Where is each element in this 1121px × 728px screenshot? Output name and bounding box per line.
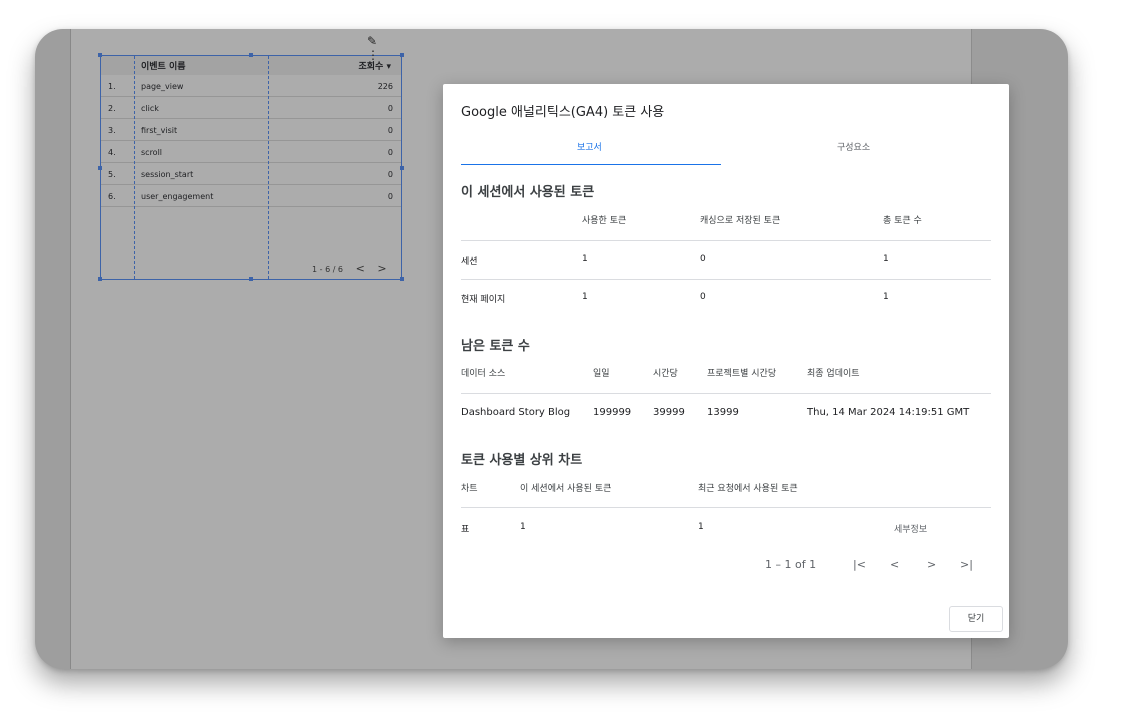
divider xyxy=(461,393,991,394)
total-value: 1 xyxy=(883,254,889,264)
column-guide xyxy=(134,56,135,279)
session-tokens-value: 1 xyxy=(520,522,526,532)
header-recent-tokens: 최근 요청에서 사용된 토큰 xyxy=(698,484,798,494)
header-total-tokens: 총 토큰 수 xyxy=(883,216,922,226)
header-cached-tokens: 캐싱으로 저장된 토큰 xyxy=(700,216,781,226)
edit-icon[interactable]: ✎ xyxy=(367,34,377,48)
pager-next-icon[interactable]: > xyxy=(377,262,386,275)
header-session-tokens: 이 세션에서 사용된 토큰 xyxy=(520,484,612,494)
table-row[interactable]: 5. session_start 0 xyxy=(101,163,401,185)
tab-components[interactable]: 구성요소 xyxy=(837,140,870,153)
widget-toolbar: ✎ ⋮ xyxy=(353,34,401,62)
event-name-cell: user_engagement xyxy=(141,192,214,201)
first-page-icon[interactable]: |< xyxy=(853,558,866,571)
data-source-value: Dashboard Story Blog xyxy=(461,407,571,418)
remaining-tokens-heading: 남은 토큰 수 xyxy=(461,339,530,354)
event-name-cell: first_visit xyxy=(141,126,178,135)
resize-handle[interactable] xyxy=(249,53,253,57)
next-page-icon[interactable]: > xyxy=(927,558,936,571)
table-row[interactable]: 2. click 0 xyxy=(101,97,401,119)
used-value: 1 xyxy=(582,292,588,302)
row-label: 세션 xyxy=(461,257,478,267)
resize-handle[interactable] xyxy=(400,53,404,57)
cached-value: 0 xyxy=(700,292,706,302)
chart-name-value: 표 xyxy=(461,525,470,535)
header-data-source: 데이터 소스 xyxy=(461,369,506,379)
resize-handle[interactable] xyxy=(400,166,404,170)
used-value: 1 xyxy=(582,254,588,264)
details-link[interactable]: 세부정보 xyxy=(894,522,927,535)
column-guide xyxy=(268,56,269,279)
resize-handle[interactable] xyxy=(98,277,102,281)
resize-handle[interactable] xyxy=(98,53,102,57)
table-row[interactable]: 3. first_visit 0 xyxy=(101,119,401,141)
views-cell: 0 xyxy=(387,126,393,135)
row-label: 현재 페이지 xyxy=(461,295,506,305)
pager-range: 1 - 6 / 6 xyxy=(312,265,344,274)
header-project-hourly: 프로젝트별 시간당 xyxy=(707,369,777,379)
row-number: 5. xyxy=(108,170,116,179)
cached-value: 0 xyxy=(700,254,706,264)
table-widget[interactable]: 이벤트 이름 조회수 ▾ ✎ ⋮ 1. page_view 226 2. cli… xyxy=(98,34,404,281)
recent-tokens-value: 1 xyxy=(698,522,704,532)
row-number: 4. xyxy=(108,148,116,157)
views-cell: 0 xyxy=(387,170,393,179)
table-row[interactable]: 1. page_view 226 xyxy=(101,75,401,97)
more-vert-icon[interactable]: ⋮ xyxy=(367,48,379,62)
views-cell: 0 xyxy=(387,148,393,157)
views-cell: 226 xyxy=(377,82,393,91)
column-event-name[interactable]: 이벤트 이름 xyxy=(141,59,186,72)
divider xyxy=(461,240,991,241)
canvas-edge-left xyxy=(70,29,71,669)
divider xyxy=(461,279,991,280)
resize-handle[interactable] xyxy=(98,166,102,170)
event-name-cell: scroll xyxy=(141,148,163,157)
row-number: 3. xyxy=(108,126,116,135)
header-last-updated: 최종 업데이트 xyxy=(807,369,860,379)
event-name-cell: session_start xyxy=(141,170,194,179)
last-updated-value: Thu, 14 Mar 2024 14:19:51 GMT xyxy=(807,407,970,418)
header-daily: 일일 xyxy=(593,369,610,379)
views-cell: 0 xyxy=(387,104,393,113)
dialog-title: Google 애널리틱스(GA4) 토큰 사용 xyxy=(461,105,665,120)
table-row[interactable]: 6. user_engagement 0 xyxy=(101,185,401,207)
divider xyxy=(461,507,991,508)
table-pager: 1 - 6 / 6 < > xyxy=(312,262,387,275)
top-charts-heading: 토큰 사용별 상위 차트 xyxy=(461,453,583,468)
tab-report[interactable]: 보고서 xyxy=(577,140,602,153)
hourly-value: 39999 xyxy=(653,407,685,418)
last-page-icon[interactable]: >| xyxy=(960,558,973,571)
session-tokens-heading: 이 세션에서 사용된 토큰 xyxy=(461,185,595,200)
header-used-tokens: 사용한 토큰 xyxy=(582,216,627,226)
resize-handle[interactable] xyxy=(249,277,253,281)
prev-page-icon[interactable]: < xyxy=(890,558,899,571)
token-usage-dialog: Google 애널리틱스(GA4) 토큰 사용 보고서 구성요소 이 세션에서 … xyxy=(443,84,1009,638)
close-button[interactable]: 닫기 xyxy=(949,606,1003,632)
table-row[interactable]: 4. scroll 0 xyxy=(101,141,401,163)
resize-handle[interactable] xyxy=(400,277,404,281)
row-number: 1. xyxy=(108,82,116,91)
pager-prev-icon[interactable]: < xyxy=(356,262,365,275)
event-name-cell: click xyxy=(141,104,159,113)
project-hourly-value: 13999 xyxy=(707,407,739,418)
header-hourly: 시간당 xyxy=(653,369,678,379)
header-chart: 차트 xyxy=(461,484,478,494)
pagination-range: 1 – 1 of 1 xyxy=(765,558,817,571)
views-cell: 0 xyxy=(387,192,393,201)
total-value: 1 xyxy=(883,292,889,302)
event-name-cell: page_view xyxy=(141,82,184,91)
active-tab-indicator xyxy=(461,164,721,165)
row-number: 6. xyxy=(108,192,116,201)
daily-value: 199999 xyxy=(593,407,632,418)
row-number: 2. xyxy=(108,104,116,113)
